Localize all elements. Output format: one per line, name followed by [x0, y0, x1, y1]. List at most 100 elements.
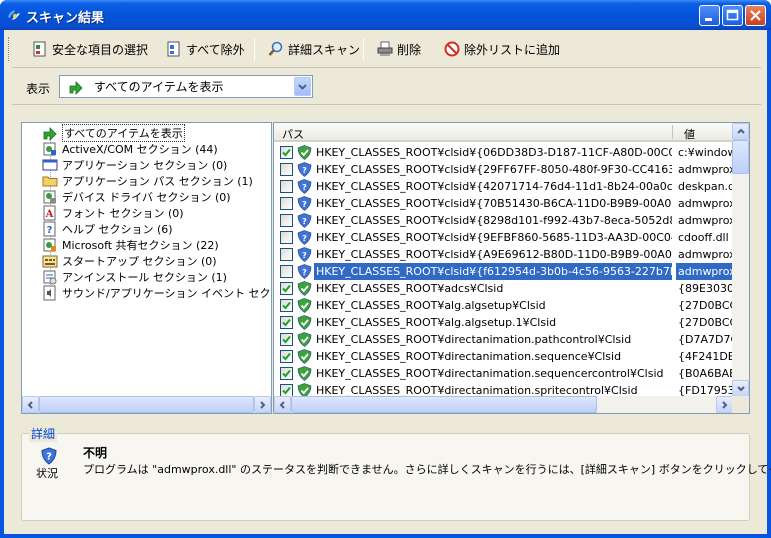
select-safe-items-button[interactable]: 安全な項目の選択	[32, 39, 148, 59]
row-value: {89E30300	[678, 282, 733, 295]
row-checkbox[interactable]	[280, 367, 293, 380]
maximize-icon	[726, 9, 739, 21]
row-value: cdooff.dll	[678, 231, 729, 244]
magnifier-icon	[268, 41, 283, 56]
row-checkbox[interactable]	[280, 180, 293, 193]
tree-item[interactable]: アプリケーション セクション (0)	[42, 157, 227, 173]
select-safe-icon	[33, 41, 46, 57]
unknown-shield-icon: ?	[297, 179, 312, 194]
delete-button[interactable]: 削除	[377, 39, 421, 59]
table-row[interactable]: ? HKEY_CLASSES_ROOT¥clsid¥{70B51430-B6CA-…	[274, 195, 733, 212]
folder-icon	[42, 176, 58, 187]
scroll-left-button[interactable]	[22, 396, 39, 413]
row-checkbox[interactable]	[280, 299, 293, 312]
tree-item[interactable]: デバイス ドライバ セクション (0)	[42, 189, 231, 205]
delete-label: 削除	[397, 42, 422, 57]
table-row[interactable]: HKEY_CLASSES_ROOT¥directanimation.pathco…	[274, 331, 733, 348]
row-checkbox[interactable]	[280, 316, 293, 329]
table-row[interactable]: HKEY_CLASSES_ROOT¥alg.algsetup¥Clsid {27D…	[274, 297, 733, 314]
tree-item[interactable]: ActiveX/COM セクション (44)	[42, 141, 218, 157]
row-checkbox[interactable]	[280, 350, 293, 363]
row-checkbox[interactable]	[280, 197, 293, 210]
window-client-area: 安全な項目の選択 すべて除外 詳細スキャン 削除 除外リストに追加 表示 すべて…	[4, 30, 771, 534]
table-row[interactable]: HKEY_CLASSES_ROOT¥alg.algsetup.1¥Clsid {2…	[274, 314, 733, 331]
tree-item[interactable]: サウンド/アプリケーション イベント セクション	[42, 285, 271, 301]
row-checkbox[interactable]	[280, 214, 293, 227]
column-header-value[interactable]: 値	[684, 126, 695, 142]
table-row[interactable]: ? HKEY_CLASSES_ROOT¥clsid¥{A9E69612-B80D-…	[274, 246, 733, 263]
safe-shield-icon	[297, 332, 312, 347]
scroll-thumb[interactable]	[291, 396, 597, 413]
column-header-path[interactable]: パス	[282, 126, 304, 142]
tree-item[interactable]: Microsoft 共有セクション (22)	[42, 237, 219, 253]
toolbar-grip[interactable]	[8, 37, 11, 61]
table-row[interactable]: HKEY_CLASSES_ROOT¥clsid¥{06DD38D3-D187-1…	[274, 144, 733, 161]
minimize-button[interactable]	[699, 5, 720, 26]
scroll-left-button[interactable]	[274, 396, 291, 413]
no-entry-icon	[444, 41, 460, 57]
toolbar-separator	[363, 38, 364, 60]
table-row[interactable]: ? HKEY_CLASSES_ROOT¥clsid¥{9EFBF860-5685-…	[274, 229, 733, 246]
row-path: HKEY_CLASSES_ROOT¥adcs¥Clsid	[316, 282, 504, 295]
results-list[interactable]: パス 値 HKEY_CLASSES_ROOT¥clsid¥{06DD38D3-D…	[273, 122, 750, 414]
list-horizontal-scrollbar[interactable]	[274, 396, 733, 413]
list-vertical-scrollbar[interactable]	[732, 123, 749, 397]
add-to-exclusion-list-button[interactable]: 除外リストに追加	[444, 39, 560, 59]
column-divider[interactable]	[672, 125, 673, 139]
row-path: HKEY_CLASSES_ROOT¥clsid¥{9EFBF860-5685-1…	[316, 231, 672, 244]
table-row[interactable]: HKEY_CLASSES_ROOT¥adcs¥Clsid {89E30300	[274, 280, 733, 297]
tree-item[interactable]: すべてのアイテムを表示	[42, 124, 185, 142]
minimize-icon	[705, 18, 712, 21]
row-value: {27D0BCC	[678, 299, 733, 312]
close-button[interactable]	[745, 5, 766, 26]
scroll-down-button[interactable]	[732, 380, 749, 397]
unknown-shield-icon: ?	[297, 213, 312, 228]
chevron-left-icon	[27, 400, 33, 409]
dropdown-arrow-button[interactable]	[294, 77, 311, 96]
unknown-shield-icon: ?	[297, 264, 312, 279]
uninstall-icon	[43, 270, 57, 285]
row-checkbox[interactable]	[280, 248, 293, 261]
scroll-right-button[interactable]	[716, 396, 733, 413]
scroll-thumb[interactable]	[39, 396, 254, 413]
row-checkbox[interactable]	[280, 146, 293, 159]
scroll-up-button[interactable]	[732, 123, 749, 140]
scroll-right-button[interactable]	[254, 396, 271, 413]
row-checkbox[interactable]	[280, 333, 293, 346]
row-path: HKEY_CLASSES_ROOT¥clsid¥{f612954d-3b0b-4…	[314, 263, 672, 280]
table-row[interactable]: HKEY_CLASSES_ROOT¥directanimation.sprite…	[274, 382, 733, 397]
row-checkbox[interactable]	[280, 282, 293, 295]
tree-item[interactable]: A フォント セクション (0)	[42, 205, 184, 221]
maximize-button[interactable]	[722, 5, 743, 26]
table-row[interactable]: HKEY_CLASSES_ROOT¥directanimation.sequen…	[274, 365, 733, 382]
table-row[interactable]: ? HKEY_CLASSES_ROOT¥clsid¥{42071714-76d4-…	[274, 178, 733, 195]
scroll-thumb[interactable]	[732, 140, 749, 174]
green-arrow-icon	[69, 80, 83, 95]
row-value: {4F241DB	[678, 350, 733, 363]
category-tree[interactable]: すべてのアイテムを表示 ActiveX/COM セクション (44) アプリケーショ…	[21, 122, 272, 414]
row-checkbox[interactable]	[280, 231, 293, 244]
checkmark-icon	[282, 352, 291, 361]
title-bar[interactable]: スキャン結果	[0, 0, 771, 30]
table-row[interactable]: HKEY_CLASSES_ROOT¥directanimation.sequen…	[274, 348, 733, 365]
row-checkbox[interactable]	[280, 163, 293, 176]
exclude-all-button[interactable]: すべて除外	[166, 39, 245, 59]
close-icon	[750, 10, 761, 21]
details-frame	[21, 433, 750, 521]
safe-shield-icon	[297, 145, 312, 160]
filter-selected-value: すべてのアイテムを表示	[94, 80, 224, 94]
scan-results-window: スキャン結果 安全な項目の選択 すべて除外 詳細スキャン 削除 除外リストに追加…	[0, 0, 771, 538]
tree-item[interactable]: ? ヘルプ セクション (6)	[42, 221, 173, 237]
tree-item[interactable]: アンインストール セクション (1)	[42, 269, 227, 285]
tree-content: すべてのアイテムを表示 ActiveX/COM セクション (44) アプリケーショ…	[22, 123, 271, 397]
tree-item[interactable]: スタートアップ セクション (0)	[42, 253, 217, 269]
tree-horizontal-scrollbar[interactable]	[22, 396, 271, 413]
detailed-scan-button[interactable]: 詳細スキャン	[268, 39, 360, 59]
table-row[interactable]: ? HKEY_CLASSES_ROOT¥clsid¥{f612954d-3b0b-…	[274, 263, 733, 280]
row-checkbox[interactable]	[280, 265, 293, 278]
table-row[interactable]: ? HKEY_CLASSES_ROOT¥clsid¥{29FF67FF-8050-…	[274, 161, 733, 178]
filter-dropdown[interactable]: すべてのアイテムを表示	[59, 75, 313, 98]
tree-item-label: デバイス ドライバ セクション (0)	[62, 191, 231, 204]
tree-item[interactable]: アプリケーション パス セクション (1)	[42, 173, 253, 189]
table-row[interactable]: ? HKEY_CLASSES_ROOT¥clsid¥{8298d101-f992-…	[274, 212, 733, 229]
